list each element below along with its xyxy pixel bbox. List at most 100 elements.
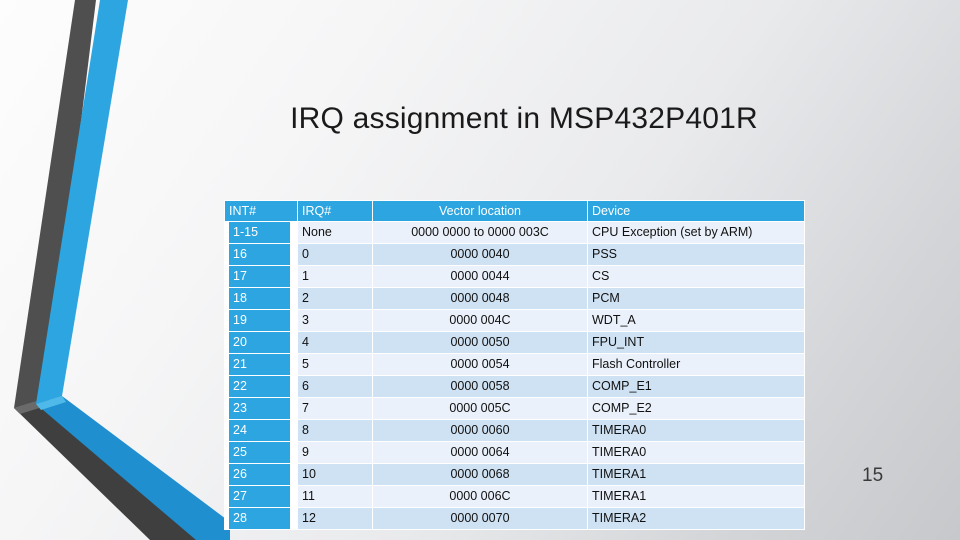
table-row: 23 7 0000 005C COMP_E2	[225, 398, 804, 419]
int-number-badge: 26	[229, 464, 290, 485]
cell-int: 19	[225, 310, 297, 331]
int-number-badge: 24	[229, 420, 290, 441]
cell-irq: 4	[298, 332, 372, 353]
cell-int: 16	[225, 244, 297, 265]
cell-int: 22	[225, 376, 297, 397]
cell-irq: 12	[298, 508, 372, 529]
cell-irq: 3	[298, 310, 372, 331]
cell-vector-location: 0000 0058	[373, 376, 587, 397]
cell-device: COMP_E1	[588, 376, 804, 397]
cell-int: 27	[225, 486, 297, 507]
int-number-badge: 23	[229, 398, 290, 419]
irq-assignment-table: INT# IRQ# Vector location Device 1-15 Non…	[224, 200, 805, 530]
chevron-gray-vertical	[14, 0, 96, 408]
cell-irq: 1	[298, 266, 372, 287]
chevron-blue-vertical	[36, 0, 128, 404]
cell-irq: 6	[298, 376, 372, 397]
int-number-badge: 1-15	[229, 222, 290, 243]
page-number: 15	[862, 465, 884, 486]
cell-vector-location: 0000 0064	[373, 442, 587, 463]
chevron-gray-bevel	[14, 398, 52, 414]
cell-vector-location: 0000 0054	[373, 354, 587, 375]
page-title: IRQ assignment in MSP432P401R	[290, 102, 758, 135]
table-row: 20 4 0000 0050 FPU_INT	[225, 332, 804, 353]
table-row: 21 5 0000 0054 Flash Controller	[225, 354, 804, 375]
chevron-gray-diagonal	[14, 398, 230, 540]
cell-int: 21	[225, 354, 297, 375]
cell-device: TIMERA0	[588, 442, 804, 463]
table-row: 1-15 None 0000 0000 to 0000 003C CPU Except…	[225, 222, 804, 243]
cell-vector-location: 0000 0070	[373, 508, 587, 529]
cell-device: COMP_E2	[588, 398, 804, 419]
cell-int: 18	[225, 288, 297, 309]
int-number-badge: 18	[229, 288, 290, 309]
table-header-row: INT# IRQ# Vector location Device	[225, 201, 804, 221]
cell-device: TIMERA1	[588, 486, 804, 507]
cell-device: CPU Exception (set by ARM)	[588, 222, 804, 243]
cell-device: TIMERA0	[588, 420, 804, 441]
int-number-badge: 17	[229, 266, 290, 287]
cell-int: 23	[225, 398, 297, 419]
cell-vector-location: 0000 0000 to 0000 003C	[373, 222, 587, 243]
cell-vector-location: 0000 006C	[373, 486, 587, 507]
cell-int: 26	[225, 464, 297, 485]
table-row: 26 10 0000 0068 TIMERA1	[225, 464, 804, 485]
cell-device: PCM	[588, 288, 804, 309]
column-header-irq: IRQ#	[298, 201, 372, 221]
table-header: INT# IRQ# Vector location Device	[225, 201, 804, 221]
cell-int: 17	[225, 266, 297, 287]
cell-irq: 10	[298, 464, 372, 485]
chevron-blue-diagonal	[36, 396, 230, 540]
table-row: 16 0 0000 0040 PSS	[225, 244, 804, 265]
cell-vector-location: 0000 0050	[373, 332, 587, 353]
cell-int: 25	[225, 442, 297, 463]
cell-int: 20	[225, 332, 297, 353]
cell-irq: 9	[298, 442, 372, 463]
slide-canvas: IRQ assignment in MSP432P401R INT# IRQ# …	[0, 0, 960, 540]
int-number-badge: 28	[229, 508, 290, 529]
table-row: 25 9 0000 0064 TIMERA0	[225, 442, 804, 463]
column-header-int: INT#	[225, 201, 297, 221]
column-header-vector-location: Vector location	[373, 201, 587, 221]
table-body: 1-15 None 0000 0000 to 0000 003C CPU Except…	[225, 222, 804, 529]
table-row: 28 12 0000 0070 TIMERA2	[225, 508, 804, 529]
column-header-device: Device	[588, 201, 804, 221]
chevron-blue-bevel	[36, 396, 66, 410]
int-number-badge: 22	[229, 376, 290, 397]
cell-irq: 11	[298, 486, 372, 507]
cell-irq: None	[298, 222, 372, 243]
cell-irq: 7	[298, 398, 372, 419]
cell-vector-location: 0000 0044	[373, 266, 587, 287]
cell-device: TIMERA1	[588, 464, 804, 485]
cell-vector-location: 0000 004C	[373, 310, 587, 331]
cell-device: TIMERA2	[588, 508, 804, 529]
table-row: 19 3 0000 004C WDT_A	[225, 310, 804, 331]
table-row: 27 11 0000 006C TIMERA1	[225, 486, 804, 507]
table-row: 22 6 0000 0058 COMP_E1	[225, 376, 804, 397]
cell-int: 24	[225, 420, 297, 441]
int-number-badge: 19	[229, 310, 290, 331]
cell-device: CS	[588, 266, 804, 287]
table-row: 18 2 0000 0048 PCM	[225, 288, 804, 309]
cell-irq: 8	[298, 420, 372, 441]
table-row: 24 8 0000 0060 TIMERA0	[225, 420, 804, 441]
cell-vector-location: 0000 0048	[373, 288, 587, 309]
chevron-decoration-icon	[14, 0, 230, 540]
cell-vector-location: 0000 0060	[373, 420, 587, 441]
cell-int: 28	[225, 508, 297, 529]
cell-irq: 2	[298, 288, 372, 309]
cell-vector-location: 0000 005C	[373, 398, 587, 419]
cell-vector-location: 0000 0040	[373, 244, 587, 265]
cell-device: Flash Controller	[588, 354, 804, 375]
cell-int: 1-15	[225, 222, 297, 243]
cell-device: PSS	[588, 244, 804, 265]
table-row: 17 1 0000 0044 CS	[225, 266, 804, 287]
int-number-badge: 27	[229, 486, 290, 507]
cell-irq: 5	[298, 354, 372, 375]
int-number-badge: 16	[229, 244, 290, 265]
cell-device: WDT_A	[588, 310, 804, 331]
table: INT# IRQ# Vector location Device 1-15 Non…	[224, 200, 805, 530]
cell-vector-location: 0000 0068	[373, 464, 587, 485]
cell-device: FPU_INT	[588, 332, 804, 353]
int-number-badge: 25	[229, 442, 290, 463]
